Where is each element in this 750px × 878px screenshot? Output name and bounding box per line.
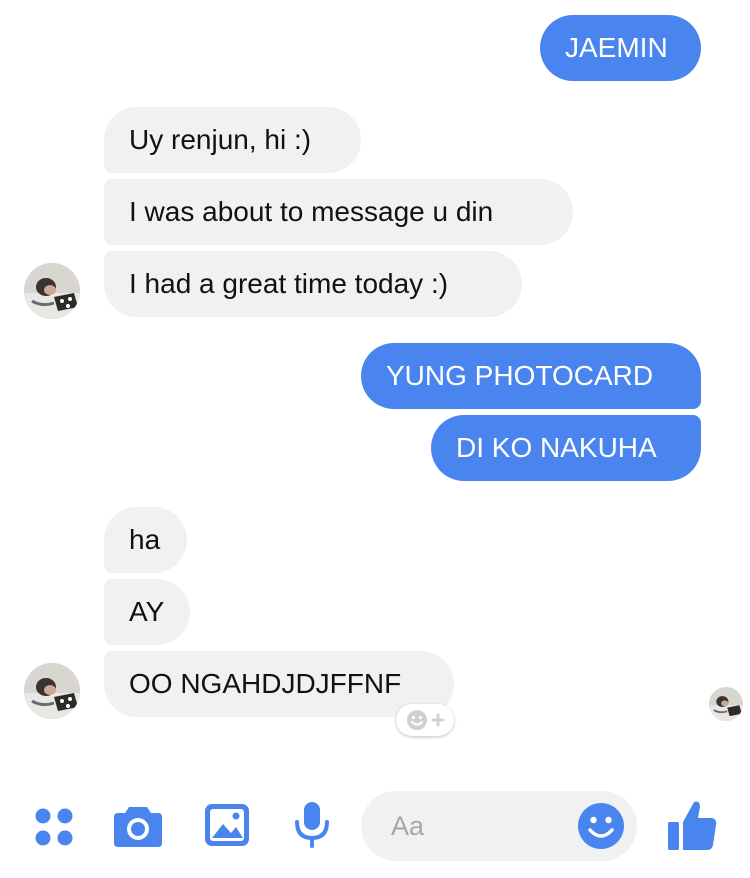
add-reaction-icon	[407, 710, 445, 730]
avatar-photo-icon	[24, 663, 80, 719]
camera-icon[interactable]	[112, 803, 164, 854]
message-bubble-outgoing[interactable]: DI KO NAKUHA	[431, 415, 701, 481]
message-bubble-incoming[interactable]: Uy renjun, hi :)	[104, 107, 361, 173]
contact-avatar[interactable]	[24, 663, 80, 719]
message-bubble-outgoing[interactable]: JAEMIN	[540, 15, 701, 81]
emoji-icon[interactable]	[577, 802, 625, 855]
message-input[interactable]: Aa	[361, 791, 637, 861]
message-bubble-incoming[interactable]: I was about to message u din	[104, 179, 573, 245]
message-bubble-outgoing[interactable]: YUNG PHOTOCARD	[361, 343, 701, 409]
avatar-photo-icon	[24, 263, 80, 319]
read-receipt-avatar	[709, 687, 743, 721]
message-bubble-incoming[interactable]: ha	[104, 507, 187, 573]
apps-grid-icon[interactable]	[32, 805, 76, 854]
contact-avatar[interactable]	[24, 263, 80, 319]
photo-icon[interactable]	[203, 802, 251, 853]
message-input-placeholder: Aa	[391, 811, 425, 841]
thumbs-up-icon[interactable]	[666, 798, 718, 857]
message-bubble-incoming[interactable]: AY	[104, 579, 190, 645]
read-receipt-photo-icon	[709, 687, 743, 721]
microphone-icon[interactable]	[292, 800, 332, 855]
add-reaction-button[interactable]	[396, 704, 454, 736]
message-bubble-incoming[interactable]: I had a great time today :)	[104, 251, 522, 317]
